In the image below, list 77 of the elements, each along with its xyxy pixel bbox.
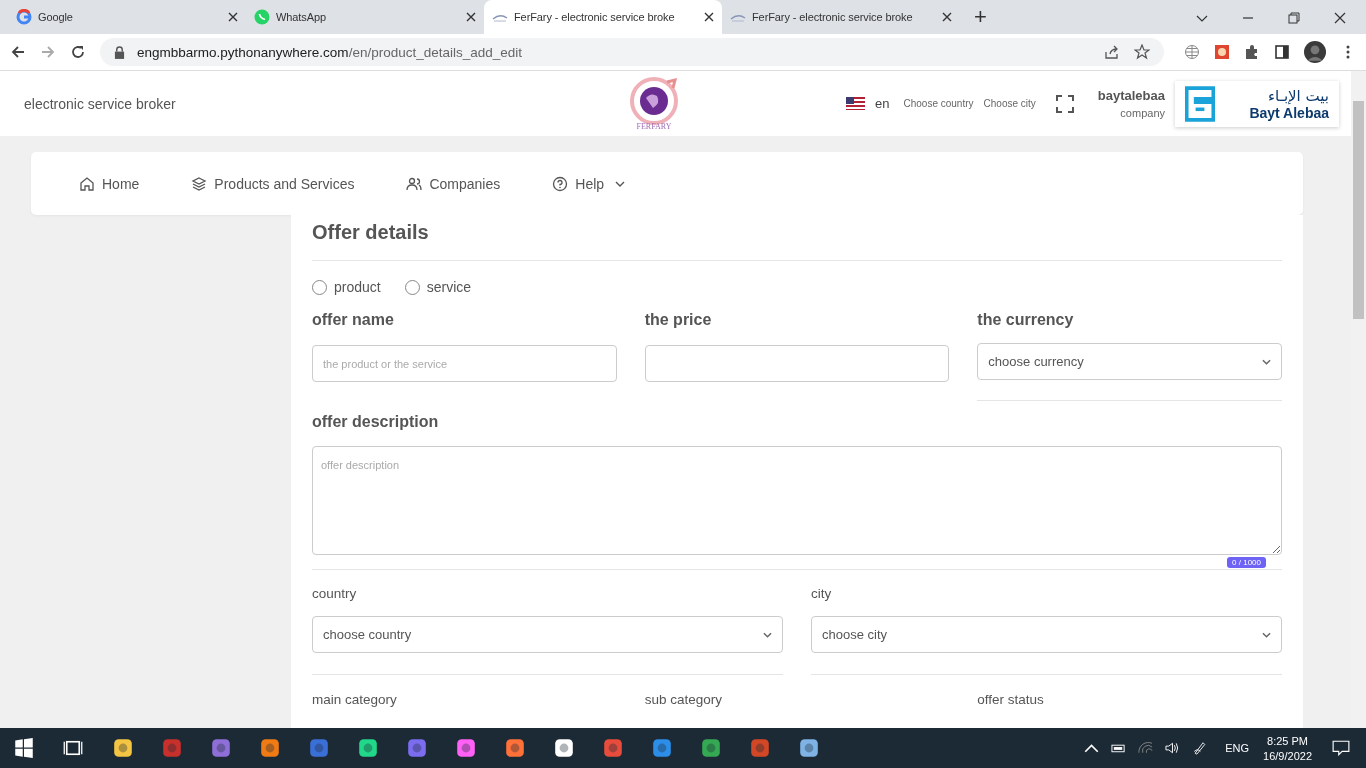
select-field[interactable]: choose currency xyxy=(977,343,1282,380)
volume-icon[interactable] xyxy=(1165,741,1181,755)
chevron-up-icon[interactable] xyxy=(1084,741,1100,755)
reload-icon[interactable] xyxy=(70,44,86,60)
browser-tab[interactable]: Google xyxy=(8,0,246,34)
field-label: offer description xyxy=(312,413,440,431)
field-label: sub category xyxy=(644,692,723,707)
caret-icon xyxy=(763,631,772,638)
task-view-icon[interactable] xyxy=(63,738,83,758)
input-language[interactable]: ENG xyxy=(1225,742,1250,754)
fullscreen-icon[interactable] xyxy=(1055,94,1074,113)
flag-icon[interactable] xyxy=(846,97,866,110)
browser-tab[interactable]: WhatsApp xyxy=(246,0,484,34)
city-link[interactable]: Choose city xyxy=(983,98,1036,109)
close-icon[interactable] xyxy=(704,12,714,22)
new-tab-button[interactable]: + xyxy=(974,4,987,30)
share-icon[interactable] xyxy=(1104,44,1120,60)
notification-icon[interactable] xyxy=(1332,740,1350,756)
app-icon[interactable] xyxy=(455,737,477,759)
caret-icon xyxy=(615,180,626,187)
home-icon xyxy=(79,175,95,192)
field-label: main category xyxy=(312,692,398,707)
user-role: company xyxy=(1120,107,1165,119)
address-bar[interactable]: engmbbarmo.pythonanywhere.com/en/product_details_add_edit xyxy=(100,38,1164,66)
close-icon[interactable] xyxy=(942,12,952,22)
avatar-icon[interactable] xyxy=(1304,41,1326,63)
app-icon[interactable] xyxy=(798,737,820,759)
back-icon[interactable] xyxy=(10,44,26,60)
clock[interactable]: 8:25 PM 16/9/2022 xyxy=(1263,734,1312,762)
radio-label: product xyxy=(334,279,381,295)
puzzle-icon[interactable] xyxy=(1244,44,1260,60)
character-counter: 0 / 1000 xyxy=(1227,557,1266,568)
star-icon[interactable] xyxy=(1134,44,1150,60)
extension-icon[interactable] xyxy=(1214,44,1230,60)
field-label: city xyxy=(811,586,833,601)
language-selector[interactable]: en xyxy=(875,96,890,111)
nav-link[interactable]: Help xyxy=(552,175,626,192)
layers-icon xyxy=(191,175,208,192)
close-icon[interactable] xyxy=(228,12,238,22)
field-label: the price xyxy=(644,311,713,329)
field-label: the currency xyxy=(977,311,1075,329)
text-area[interactable]: offer description xyxy=(312,446,1282,555)
app-icon[interactable] xyxy=(357,737,379,759)
globe-icon[interactable] xyxy=(1184,44,1200,60)
radio-label: service xyxy=(426,279,472,295)
start-icon[interactable] xyxy=(14,738,34,758)
users-icon xyxy=(406,175,423,192)
app-icon[interactable] xyxy=(112,737,134,759)
google-icon xyxy=(16,9,32,25)
nav-link[interactable]: Products and Services xyxy=(191,175,355,192)
pen-icon[interactable] xyxy=(1192,741,1208,755)
caret-icon xyxy=(1262,631,1271,638)
select-field[interactable]: choose country xyxy=(312,616,783,653)
side-panel-icon[interactable] xyxy=(1274,44,1290,60)
restore-icon[interactable] xyxy=(1288,12,1300,24)
browser-tab[interactable]: FerFary - electronic service broke xyxy=(484,0,722,34)
close-icon[interactable] xyxy=(1334,12,1346,24)
form-title: Offer details xyxy=(312,221,1282,261)
whatsapp-icon xyxy=(254,9,270,25)
browser-tab[interactable]: FerFary - electronic service broke xyxy=(722,0,960,34)
nav-link[interactable]: Home xyxy=(79,175,140,192)
user-name: baytalebaa xyxy=(1097,88,1165,103)
input-field[interactable] xyxy=(644,345,950,382)
close-icon[interactable] xyxy=(466,12,476,22)
nav-link[interactable]: Companies xyxy=(406,175,501,192)
wifi-icon[interactable] xyxy=(1138,741,1154,755)
field-label: country xyxy=(312,586,358,601)
input-field[interactable]: the product or the service xyxy=(312,345,617,382)
help-icon xyxy=(552,175,569,192)
field-label: offer status xyxy=(977,692,1045,707)
lock-icon xyxy=(114,45,125,59)
country-link[interactable]: Choose country xyxy=(903,98,974,109)
app-icon[interactable] xyxy=(553,737,575,759)
select-field[interactable]: choose city xyxy=(811,616,1282,653)
caret-icon xyxy=(1262,358,1271,365)
site-tagline: electronic service broker xyxy=(24,95,177,112)
field-label: offer name xyxy=(312,311,395,329)
